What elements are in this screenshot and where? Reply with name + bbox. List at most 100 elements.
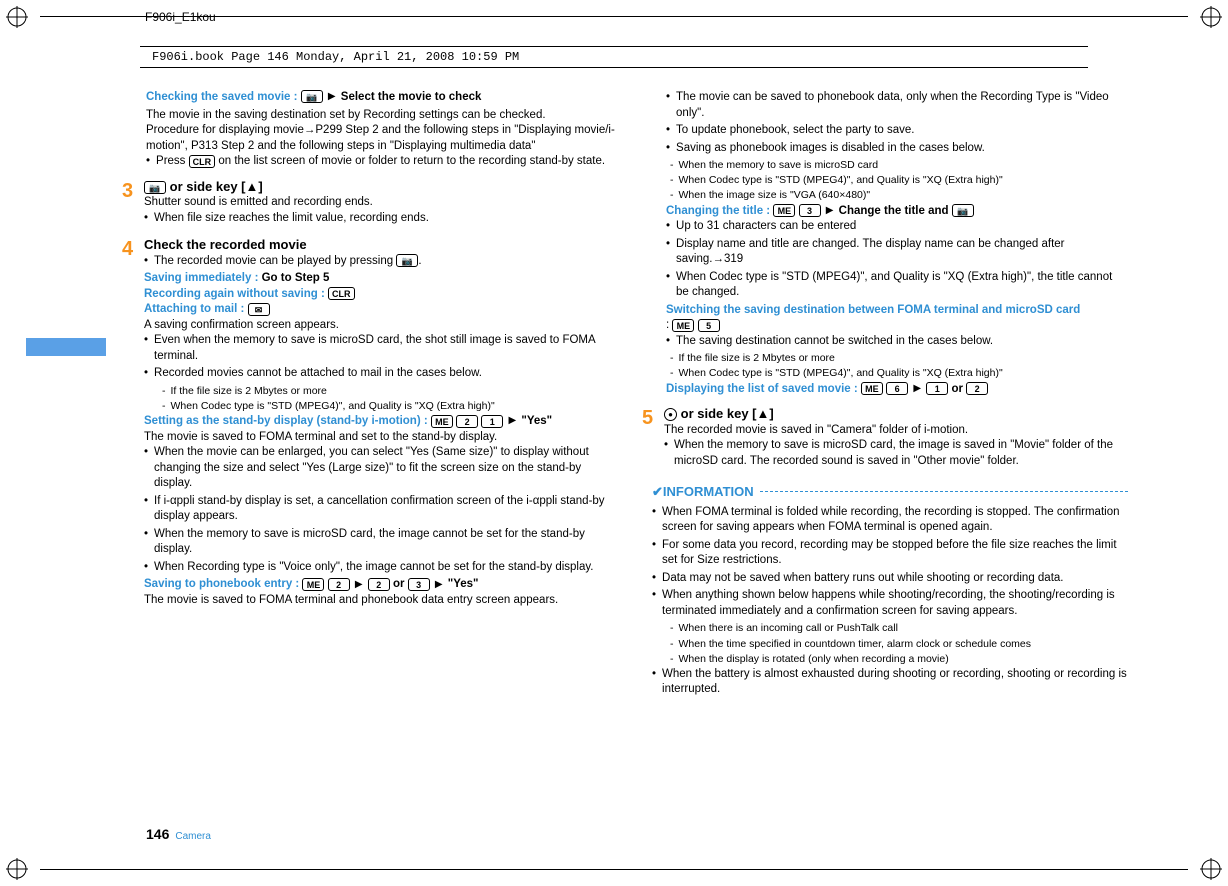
text: ]: [769, 406, 773, 421]
label: Switching the saving destination between…: [666, 304, 1080, 316]
text: When the memory to save is microSD card,…: [674, 438, 1128, 469]
label: Displaying the list of saved movie :: [666, 383, 861, 395]
me-key-icon: ME: [302, 578, 324, 591]
num-key-icon: 6: [886, 382, 908, 395]
text: When the display is rotated (only when r…: [679, 652, 949, 666]
num-key-icon: 2: [368, 578, 390, 591]
dash-item: If the file size is 2 Mbytes or more: [670, 351, 1128, 365]
bullet: Saving as phonebook images is disabled i…: [666, 141, 1128, 157]
displaying-list: Displaying the list of saved movie : ME …: [666, 382, 1128, 398]
phonebook-entry: Saving to phonebook entry : ME 2 ▶ 2 or …: [144, 577, 622, 593]
step-3: 3 📷 or side key [▲] Shutter sound is emi…: [122, 178, 622, 229]
bullet: When the memory to save is microSD card,…: [144, 527, 622, 558]
camera-key-icon: 📷: [952, 204, 974, 217]
num-key-icon: 1: [481, 415, 503, 428]
bullet: When Recording type is "Voice only", the…: [144, 560, 622, 576]
me-key-icon: ME: [672, 319, 694, 332]
dash-item: When the time specified in countdown tim…: [670, 637, 1128, 651]
bullet: When file size reaches the limit value, …: [144, 211, 622, 227]
num-key-icon: 2: [456, 415, 478, 428]
label: Checking the saved movie :: [146, 91, 301, 103]
text: .: [418, 255, 421, 267]
text: For some data you record, recording may …: [662, 538, 1128, 569]
center-key-icon: ●: [664, 408, 677, 421]
column-right: The movie can be saved to phonebook data…: [652, 90, 1128, 856]
step-number: 4: [122, 236, 144, 263]
num-key-icon: 5: [698, 319, 720, 332]
text: When Codec type is "STD (MPEG4)", and Qu…: [679, 366, 1003, 380]
text: When the movie can be enlarged, you can …: [154, 445, 622, 492]
info-bullet: Data may not be saved when battery runs …: [652, 571, 1128, 587]
dash-item: When Codec type is "STD (MPEG4)", and Qu…: [162, 399, 622, 413]
line: The movie is saved to FOMA terminal and …: [144, 430, 622, 446]
text: When the memory to save is microSD card: [679, 158, 879, 172]
text: Press: [156, 155, 189, 167]
crop-target-tr: [1200, 6, 1222, 28]
num-key-icon: 2: [328, 578, 350, 591]
label: Setting as the stand-by display (stand-b…: [144, 415, 431, 427]
dash-item: If the file size is 2 Mbytes or more: [162, 384, 622, 398]
text: The recorded movie can be played by pres…: [154, 255, 396, 267]
label: Recording again without saving :: [144, 288, 328, 300]
dash-item: When Codec type is "STD (MPEG4)", and Qu…: [670, 173, 1128, 187]
step-number: 3: [122, 178, 144, 205]
side-tab: [26, 338, 106, 356]
arrow-icon: ▶: [826, 204, 834, 218]
switching-destination: Switching the saving destination between…: [666, 303, 1128, 319]
text: The movie can be saved to phonebook data…: [676, 90, 1128, 121]
after: Select the movie to check: [341, 91, 482, 103]
text: When Codec type is "STD (MPEG4)", and Qu…: [676, 270, 1128, 301]
text: When file size reaches the limit value, …: [154, 211, 429, 227]
text: If i-αppli stand-by display is set, a ca…: [154, 494, 622, 525]
text: The saving destination cannot be switche…: [676, 334, 993, 350]
text: or side key [: [681, 406, 757, 421]
text: When the memory to save is microSD card,…: [154, 527, 622, 558]
text: or side key [: [170, 179, 246, 194]
dash-item: When the display is rotated (only when r…: [670, 652, 1128, 666]
dash-item: When there is an incoming call or PushTa…: [670, 621, 1128, 635]
up-arrow-icon: ▲: [246, 179, 259, 194]
saving-immediately: Saving immediately : Go to Step 5: [144, 271, 622, 287]
after: Change the title and: [839, 205, 952, 217]
text: If the file size is 2 Mbytes or more: [679, 351, 835, 365]
page-footer: 146 Camera: [146, 825, 211, 844]
mid: or: [393, 578, 408, 590]
dashed-rule: [760, 491, 1128, 492]
text: If the file size is 2 Mbytes or more: [171, 384, 327, 398]
desc: Procedure for displaying movie→P299 Step…: [146, 123, 622, 154]
num-key-icon: 2: [966, 382, 988, 395]
arrow-icon: ▶: [509, 414, 517, 428]
clr-key-icon: CLR: [328, 287, 355, 300]
standby-display: Setting as the stand-by display (stand-b…: [144, 414, 622, 430]
column-left: Checking the saved movie : 📷 ▶ Select th…: [146, 90, 622, 856]
desc: The movie in the saving destination set …: [146, 108, 622, 124]
bullet: The recorded movie can be played by pres…: [144, 254, 622, 270]
text: Data may not be saved when battery runs …: [662, 571, 1063, 587]
changing-title: Changing the title : ME 3 ▶ Change the t…: [666, 204, 1128, 220]
mail-key-icon: ✉: [248, 303, 270, 316]
bullet: The saving destination cannot be switche…: [666, 334, 1128, 350]
text: When Codec type is "STD (MPEG4)", and Qu…: [679, 173, 1003, 187]
crop-target-br: [1200, 858, 1222, 880]
label: Saving immediately :: [144, 272, 262, 284]
recording-again: Recording again without saving : CLR: [144, 287, 622, 303]
after: "Yes": [448, 578, 479, 590]
bullet: To update phonebook, select the party to…: [666, 123, 1128, 139]
bullet: Display name and title are changed. The …: [666, 237, 1128, 268]
crop-target-tl: [6, 6, 28, 28]
camera-key-icon: 📷: [144, 181, 166, 194]
bullet: When the movie can be enlarged, you can …: [144, 445, 622, 492]
up-arrow-icon: ▲: [757, 406, 770, 421]
clr-key-icon: CLR: [189, 155, 216, 168]
step-heading: ● or side key [▲]: [664, 405, 1128, 423]
bullet: If i-αppli stand-by display is set, a ca…: [144, 494, 622, 525]
text: on the list screen of movie or folder to…: [218, 155, 605, 167]
text: Saving as phonebook images is disabled i…: [676, 141, 985, 157]
bullet: When the memory to save is microSD card,…: [664, 438, 1128, 469]
text: Display name and title are changed. The …: [676, 237, 1128, 268]
switching-keys: : ME 5: [666, 318, 1128, 334]
info-title: ✔INFORMATION: [652, 483, 754, 501]
text: When the battery is almost exhausted dur…: [662, 667, 1128, 698]
bullet: Press CLR on the list screen of movie or…: [146, 154, 622, 170]
line: The recorded movie is saved in "Camera" …: [664, 423, 1128, 439]
